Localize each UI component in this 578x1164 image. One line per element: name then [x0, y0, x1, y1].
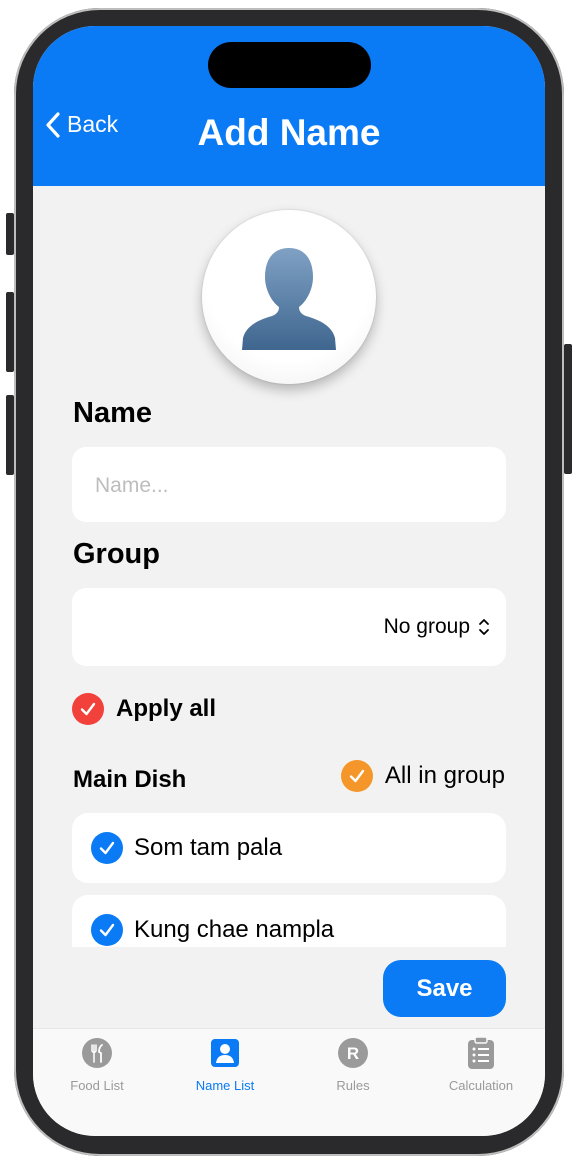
group-picker[interactable]: No group — [384, 588, 490, 666]
checkmark-icon — [99, 841, 115, 855]
page-title: Add Name — [197, 112, 381, 153]
dish-list[interactable]: Som tam pala Kung chae nampla — [33, 812, 545, 947]
avatar-button[interactable] — [202, 210, 376, 384]
name-input[interactable] — [93, 447, 487, 524]
tab-calculation[interactable]: Calculation — [417, 1036, 545, 1093]
save-button[interactable]: Save — [383, 960, 506, 1017]
list-item[interactable]: Som tam pala — [72, 813, 506, 883]
item-checkbox[interactable] — [91, 832, 123, 864]
all-in-group-label: All in group — [384, 762, 505, 789]
group-label: Group — [73, 538, 160, 570]
fork-knife-icon — [81, 1037, 113, 1069]
item-label: Som tam pala — [134, 834, 283, 861]
clipboard-list-icon — [465, 1036, 497, 1069]
person-silhouette-icon — [242, 248, 336, 350]
tab-food-list[interactable]: Food List — [33, 1037, 161, 1093]
svg-text:R: R — [347, 1044, 359, 1063]
checkmark-icon — [80, 702, 96, 716]
person-card-icon — [209, 1037, 241, 1069]
chevron-up-down-icon — [479, 619, 489, 635]
tab-rules[interactable]: R Rules — [289, 1037, 417, 1093]
all-in-group-toggle[interactable]: All in group — [340, 760, 505, 792]
r-circle-icon: R — [337, 1037, 369, 1069]
item-checkbox[interactable] — [91, 914, 123, 946]
side-button-volume-up — [6, 292, 14, 372]
group-selected-value: No group — [383, 615, 470, 638]
tab-bar: Food List Name List R Rules Calculation — [33, 1028, 545, 1136]
side-button-power — [564, 344, 572, 474]
checkmark-icon — [349, 769, 365, 783]
list-item[interactable]: Kung chae nampla — [72, 895, 506, 947]
name-label: Name — [73, 397, 152, 429]
app-screen: Back Add Name Name Group No group — [33, 26, 545, 1136]
all-in-group-checkbox[interactable] — [340, 760, 373, 792]
main-dish-label: Main Dish — [73, 766, 187, 793]
item-label: Kung chae nampla — [134, 916, 335, 943]
tab-name-list[interactable]: Name List — [161, 1037, 289, 1093]
checkmark-icon — [99, 923, 115, 937]
apply-all-checkbox[interactable] — [72, 693, 104, 725]
side-button-action — [6, 213, 14, 255]
nav-header: Back Add Name — [33, 26, 545, 186]
tab-label: Name List — [195, 1078, 255, 1093]
side-button-volume-down — [6, 395, 14, 475]
apply-all-toggle[interactable]: Apply all — [72, 693, 216, 725]
name-field[interactable] — [72, 447, 506, 524]
dynamic-island — [208, 42, 371, 88]
tab-label: Calculation — [448, 1078, 514, 1093]
apply-all-label: Apply all — [116, 695, 217, 722]
group-field: No group — [72, 588, 506, 666]
tab-label: Rules — [336, 1078, 370, 1093]
tab-label: Food List — [70, 1078, 124, 1093]
